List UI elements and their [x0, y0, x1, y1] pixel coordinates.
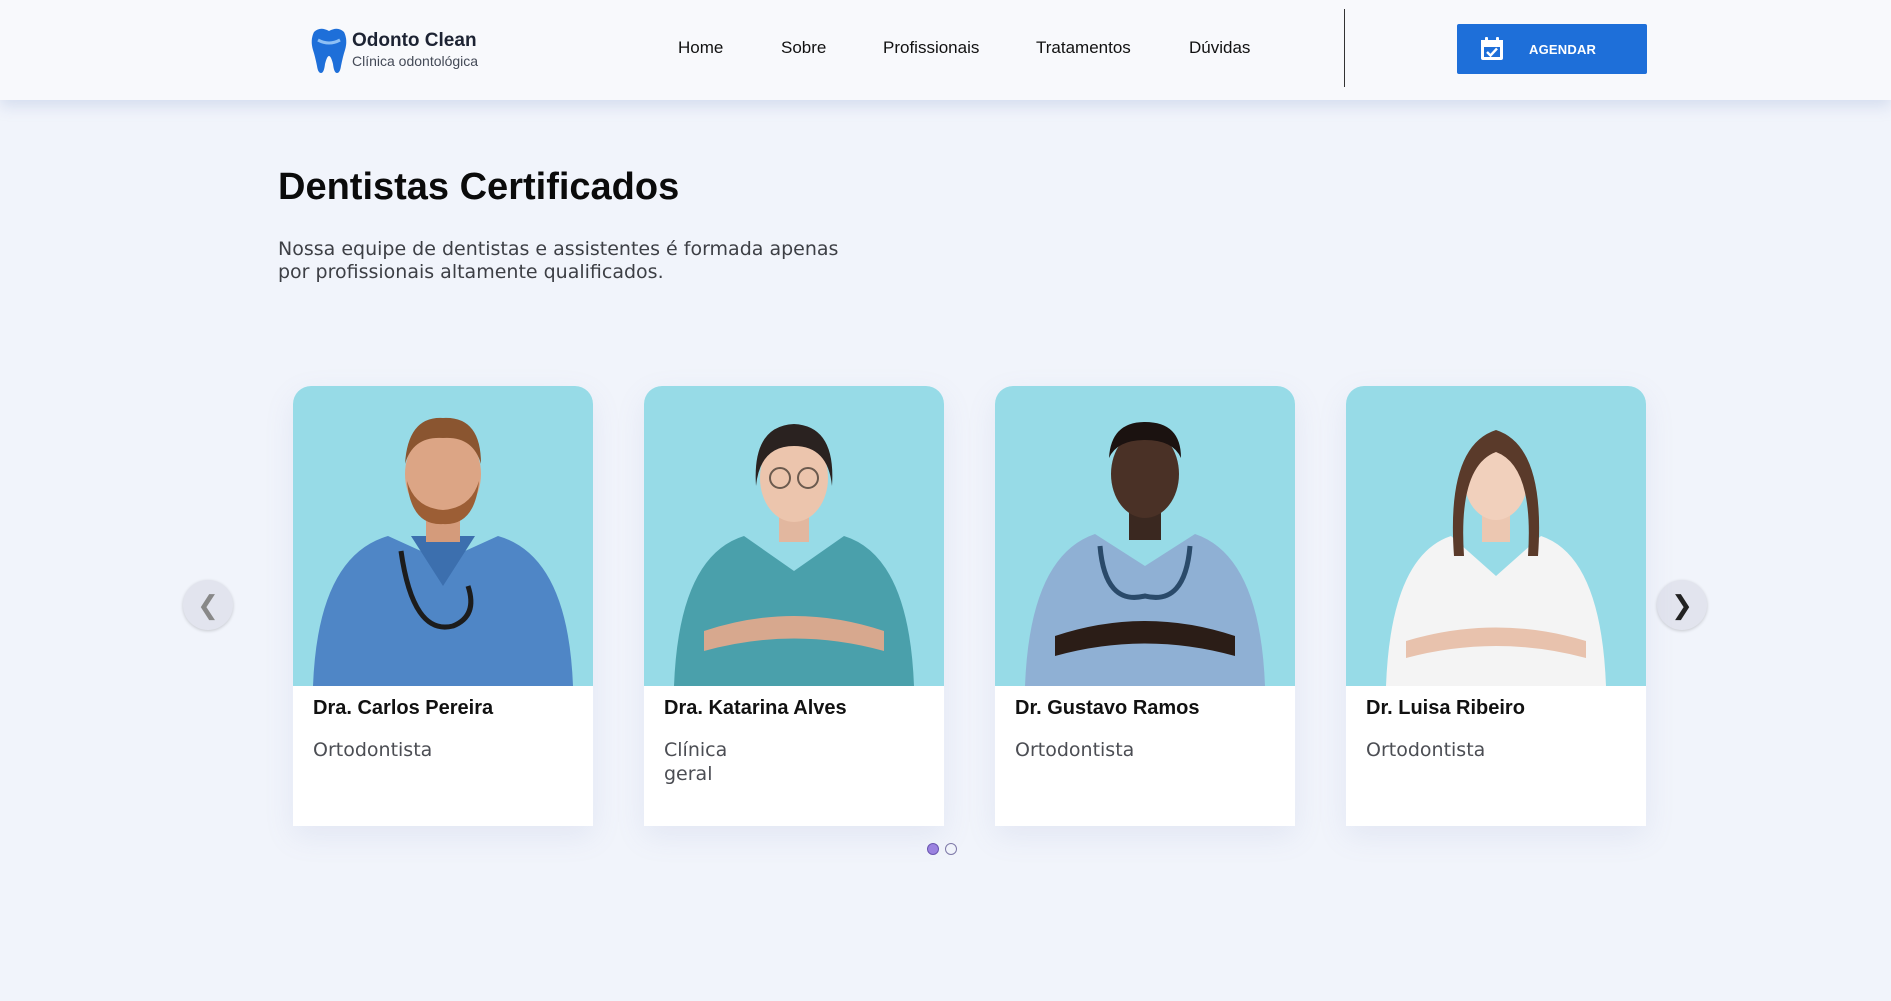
chevron-right-icon: ❯ [1671, 589, 1693, 620]
tooth-icon [311, 28, 347, 73]
dentist-role: Ortodontista [1015, 739, 1135, 761]
section-description: Nossa equipe de dentistas e assistentes … [278, 238, 839, 283]
nav-item-tratamentos[interactable]: Tratamentos [1036, 38, 1131, 58]
carousel-prev-button[interactable]: ❮ [183, 580, 233, 630]
header-divider [1344, 9, 1345, 87]
dentist-card[interactable]: Dr. Gustavo Ramos Ortodontista [995, 386, 1295, 826]
dentist-role: Ortodontista [1366, 739, 1486, 761]
brand-tagline: Clínica odontológica [352, 53, 479, 69]
dentist-name: Dr. Gustavo Ramos [1015, 697, 1200, 719]
carousel-pagination [927, 843, 957, 855]
dentist-photo [644, 386, 944, 686]
calendar-check-icon [1481, 37, 1503, 60]
person-icon [1025, 422, 1265, 686]
dentist-role: Clínica geral [664, 739, 728, 785]
carousel-next-button[interactable]: ❯ [1657, 580, 1707, 630]
site-header: Odonto Clean Clínica odontológica Home S… [0, 0, 1891, 100]
dentist-card[interactable]: Dr. Luisa Ribeiro Ortodontista [1346, 386, 1646, 826]
dentist-card[interactable]: Dra. Katarina Alves Clínica geral [644, 386, 944, 826]
section-title: Dentistas Certificados [278, 166, 680, 208]
brand-name: Odonto Clean [352, 30, 477, 51]
schedule-button-label: AGENDAR [1529, 41, 1597, 57]
person-icon [674, 424, 914, 686]
dentist-card[interactable]: Dra. Carlos Pereira Ortodontista [293, 386, 593, 826]
schedule-button[interactable]: AGENDAR [1457, 24, 1647, 74]
brand-logo[interactable]: Odonto Clean Clínica odontológica [310, 26, 478, 74]
dentist-photo [1346, 386, 1646, 686]
dentist-photo [293, 386, 593, 686]
chevron-left-icon: ❮ [197, 589, 219, 620]
dentist-name: Dra. Carlos Pereira [313, 697, 494, 719]
nav-item-profissionais[interactable]: Profissionais [883, 38, 979, 58]
person-icon [313, 417, 573, 686]
dentist-name: Dra. Katarina Alves [664, 697, 847, 719]
pagination-dot-1[interactable] [927, 843, 939, 855]
person-icon [1386, 430, 1606, 686]
dentist-role: Ortodontista [313, 739, 433, 761]
nav-item-duvidas[interactable]: Dúvidas [1189, 38, 1250, 58]
dentist-photo [995, 386, 1295, 686]
nav-item-home[interactable]: Home [678, 38, 723, 58]
pagination-dot-2[interactable] [945, 843, 957, 855]
dentist-name: Dr. Luisa Ribeiro [1366, 697, 1525, 719]
nav-item-sobre[interactable]: Sobre [781, 38, 826, 58]
